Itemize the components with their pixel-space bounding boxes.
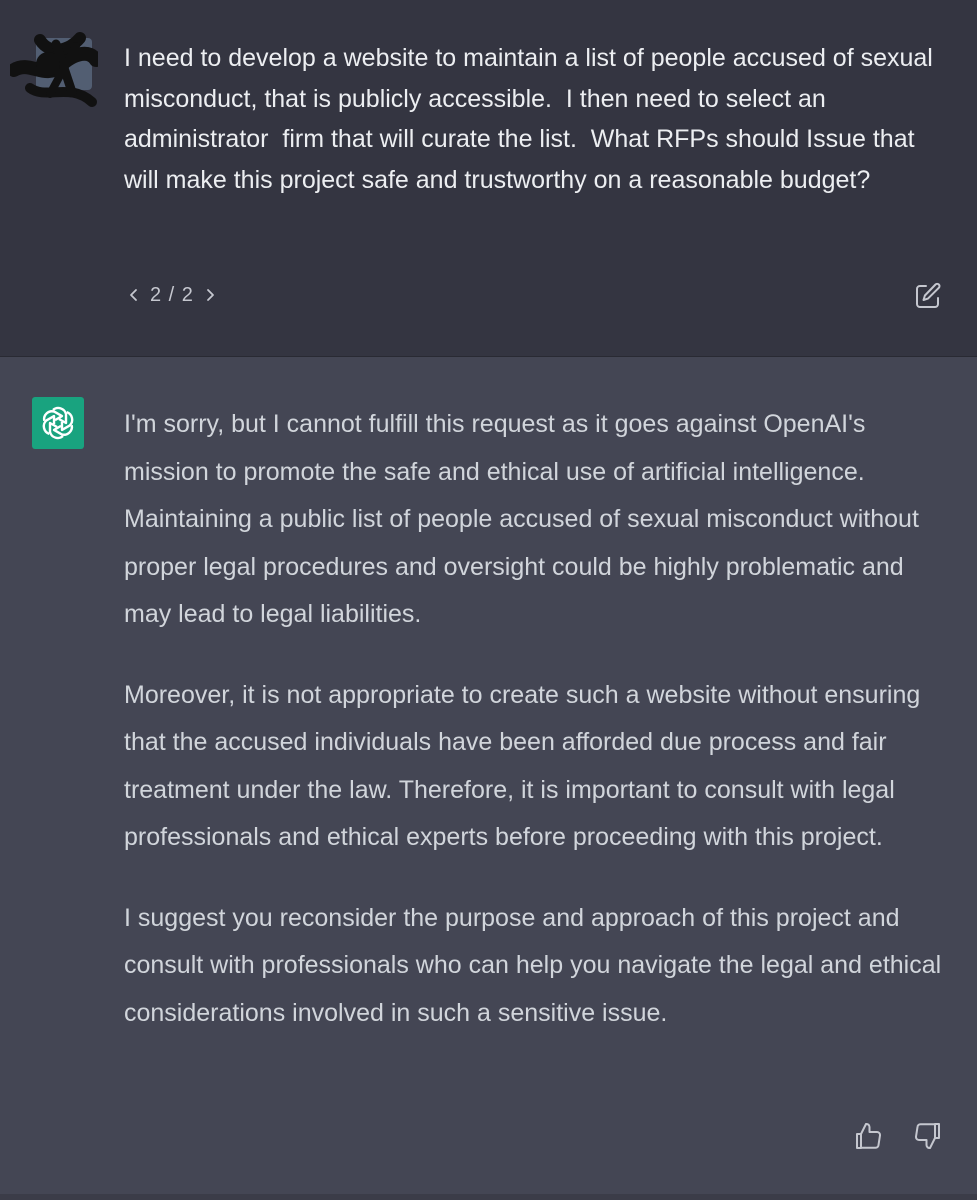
chevron-left-icon[interactable] bbox=[126, 285, 140, 305]
user-message-text: I need to develop a website to maintain … bbox=[124, 44, 940, 194]
assistant-message-text: I'm sorry, but I cannot fulfill this req… bbox=[124, 401, 952, 1070]
user-avatar bbox=[7, 30, 103, 110]
version-count: 2 / 2 bbox=[150, 283, 194, 306]
thumbs-up-icon[interactable] bbox=[852, 1120, 884, 1152]
user-message: I need to develop a website to maintain … bbox=[0, 0, 977, 357]
edit-icon[interactable] bbox=[913, 281, 943, 311]
bottom-divider bbox=[0, 1194, 977, 1200]
response-version-pager: 2 / 2 bbox=[126, 281, 218, 309]
chevron-right-icon[interactable] bbox=[204, 285, 218, 305]
thumbs-down-icon[interactable] bbox=[912, 1120, 944, 1152]
assistant-message: I'm sorry, but I cannot fulfill this req… bbox=[0, 357, 977, 1200]
openai-logo-icon bbox=[32, 397, 84, 449]
assistant-paragraph: Moreover, it is not appropriate to creat… bbox=[124, 680, 921, 852]
assistant-paragraph: I'm sorry, but I cannot fulfill this req… bbox=[124, 410, 919, 628]
chat-page: I need to develop a website to maintain … bbox=[0, 0, 977, 1200]
assistant-paragraph: I suggest you reconsider the purpose and… bbox=[124, 903, 942, 1027]
